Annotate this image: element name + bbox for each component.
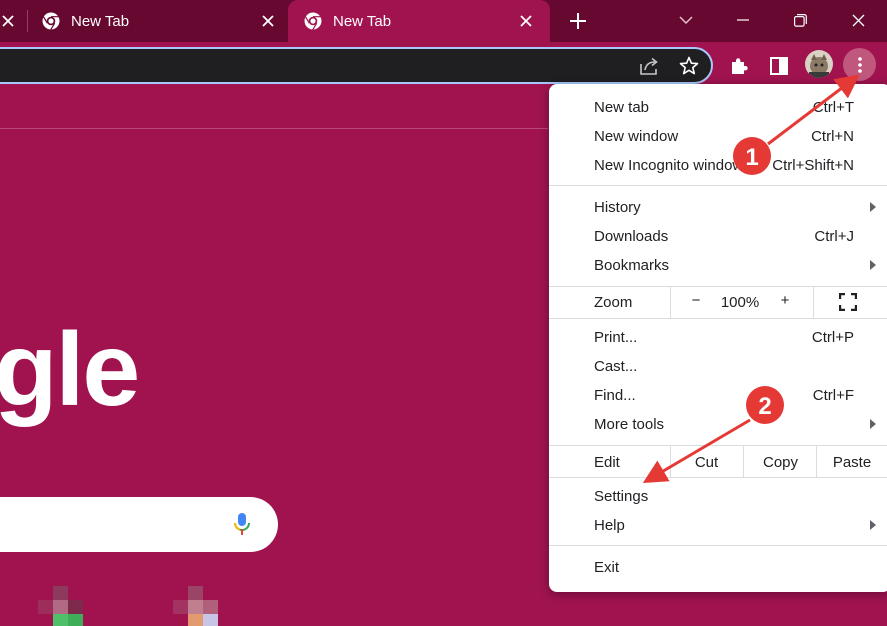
shortcut-tile[interactable] — [173, 586, 233, 626]
menu-item-bookmarks[interactable]: Bookmarks — [549, 251, 887, 280]
menu-item-label: Downloads — [594, 228, 669, 245]
chevron-down-icon — [679, 16, 693, 24]
tab-strip: New Tab New Tab — [0, 0, 887, 42]
menu-item-label: Exit — [594, 559, 620, 576]
menu-item-label: Print... — [594, 329, 638, 346]
menu-item-label: Bookmarks — [594, 257, 670, 274]
tab-new-tab-1[interactable]: New Tab — [42, 0, 282, 42]
zoom-level: 100% — [720, 294, 760, 311]
address-bar[interactable] — [0, 47, 713, 84]
edit-row: Edit Cut Copy Paste — [549, 445, 887, 477]
menu-item-label: Help — [594, 517, 625, 534]
menu-item-label: New Incognito window — [594, 157, 744, 174]
menu-item-cast[interactable]: Cast... — [549, 352, 887, 381]
close-icon — [520, 15, 532, 27]
menu-item-exit[interactable]: Exit — [549, 553, 887, 582]
zoom-row: Zoom − 100% + — [549, 286, 887, 318]
minimize-icon — [737, 19, 749, 21]
menu-item-shortcut: Ctrl+Shift+N — [770, 157, 854, 174]
minimize-button[interactable] — [729, 7, 757, 33]
edit-label: Edit — [594, 454, 620, 471]
submenu-arrow-icon — [870, 202, 876, 212]
menu-item-history[interactable]: History — [549, 193, 887, 222]
close-icon — [262, 15, 274, 27]
restore-button[interactable] — [786, 7, 814, 33]
menu-item-label: Cast... — [594, 358, 638, 375]
menu-item-shortcut: Ctrl+P — [809, 329, 854, 346]
tab-search-button[interactable] — [672, 7, 700, 33]
menu-item-label: More tools — [594, 416, 665, 433]
star-icon[interactable] — [678, 55, 700, 77]
share-icon[interactable] — [638, 55, 660, 77]
side-panel-icon[interactable] — [768, 55, 790, 77]
menu-item-downloads[interactable]: Downloads Ctrl+J — [549, 222, 887, 251]
tab-close-button[interactable] — [258, 11, 278, 31]
menu-item-shortcut: Ctrl+T — [810, 99, 854, 116]
menu-item-new-window[interactable]: New window Ctrl+N — [549, 122, 887, 151]
fullscreen-icon[interactable] — [839, 293, 857, 311]
menu-item-shortcut: Ctrl+F — [810, 387, 854, 404]
submenu-arrow-icon — [870, 419, 876, 429]
submenu-arrow-icon — [870, 260, 876, 270]
cut-button[interactable]: Cut — [670, 454, 743, 471]
puzzle-icon[interactable] — [728, 55, 750, 77]
menu-separator — [549, 477, 887, 478]
close-icon — [2, 15, 14, 27]
toolbar — [0, 42, 887, 89]
zoom-out-button[interactable]: − — [686, 292, 706, 309]
tab-close-button[interactable] — [516, 11, 536, 31]
menu-item-print[interactable]: Print... Ctrl+P — [549, 323, 887, 352]
three-dot-icon — [857, 56, 862, 73]
zoom-separator — [670, 286, 671, 318]
zoom-in-button[interactable]: + — [775, 292, 795, 309]
tab-divider — [27, 10, 28, 32]
google-logo: gle — [0, 312, 140, 428]
submenu-arrow-icon — [870, 520, 876, 530]
menu-item-label: Settings — [594, 488, 649, 505]
new-tab-button[interactable] — [566, 9, 590, 33]
plus-icon — [570, 13, 586, 29]
app-menu: New tab Ctrl+T New window Ctrl+N New Inc… — [549, 84, 887, 592]
menu-separator — [549, 185, 887, 186]
avatar-image — [805, 50, 833, 78]
tab-title: New Tab — [333, 12, 392, 30]
shortcut-tile[interactable] — [38, 586, 98, 626]
close-icon — [852, 14, 864, 26]
chrome-icon — [42, 12, 60, 30]
zoom-label: Zoom — [594, 294, 633, 311]
tab-title: New Tab — [71, 12, 130, 30]
menu-item-new-tab[interactable]: New tab Ctrl+T — [549, 93, 887, 122]
menu-item-shortcut: Ctrl+N — [809, 128, 854, 145]
menu-item-label: New tab — [594, 99, 650, 116]
menu-item-new-incognito-window[interactable]: New Incognito window Ctrl+Shift+N — [549, 151, 887, 180]
menu-separator — [549, 318, 887, 319]
paste-button[interactable]: Paste — [817, 454, 887, 471]
menu-separator — [549, 545, 887, 546]
chrome-icon — [304, 12, 322, 30]
profile-avatar[interactable] — [805, 50, 833, 78]
menu-item-shortcut: Ctrl+J — [812, 228, 854, 245]
menu-button[interactable] — [843, 48, 876, 81]
mic-icon[interactable] — [232, 512, 252, 536]
menu-item-label: New window — [594, 128, 679, 145]
menu-item-label: Find... — [594, 387, 636, 404]
zoom-separator — [813, 286, 814, 318]
menu-item-find[interactable]: Find... Ctrl+F — [549, 381, 887, 410]
close-window-button[interactable] — [844, 7, 872, 33]
content-divider — [0, 128, 548, 129]
menu-item-label: History — [594, 199, 641, 216]
menu-item-settings[interactable]: Settings — [549, 482, 887, 511]
tab-new-tab-2-active[interactable]: New Tab — [288, 0, 550, 42]
menu-item-help[interactable]: Help — [549, 511, 887, 540]
tab-close-button[interactable] — [0, 11, 18, 31]
restore-icon — [793, 13, 807, 27]
menu-item-more-tools[interactable]: More tools — [549, 410, 887, 439]
copy-button[interactable]: Copy — [744, 454, 817, 471]
